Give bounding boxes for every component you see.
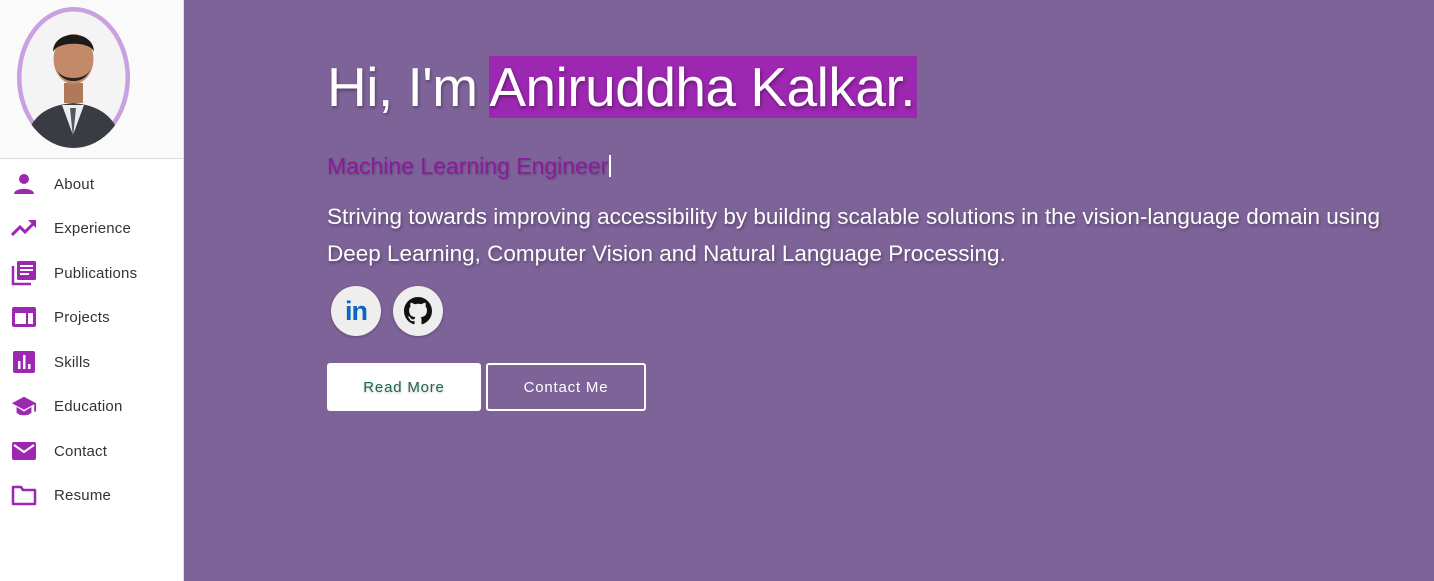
role-text: Machine Learning Engineer bbox=[327, 153, 609, 179]
github-link[interactable] bbox=[393, 286, 443, 336]
sidebar-item-label: About bbox=[54, 175, 95, 193]
avatar[interactable] bbox=[17, 7, 130, 148]
library-books-icon bbox=[11, 260, 37, 286]
sidebar-item-contact[interactable]: Contact bbox=[0, 431, 183, 471]
typing-cursor bbox=[609, 155, 612, 177]
linkedin-link[interactable]: in bbox=[331, 286, 381, 336]
sidebar-item-about[interactable]: About bbox=[0, 164, 183, 204]
hero-description: Striving towards improving accessibility… bbox=[327, 204, 1381, 266]
hero-name: Aniruddha Kalkar. bbox=[489, 56, 918, 118]
linkedin-icon: in bbox=[345, 295, 368, 327]
sidebar-item-education[interactable]: Education bbox=[0, 386, 183, 426]
sidebar-item-publications[interactable]: Publications bbox=[0, 253, 183, 293]
web-icon bbox=[11, 304, 37, 330]
trending-up-icon bbox=[11, 215, 37, 241]
linkedin-icon-text: in bbox=[345, 295, 368, 326]
sidebar-item-label: Contact bbox=[54, 442, 108, 460]
mail-icon bbox=[11, 438, 37, 464]
bar-chart-icon bbox=[11, 349, 37, 375]
folder-icon bbox=[11, 482, 37, 508]
sidebar-item-resume[interactable]: Resume bbox=[0, 475, 183, 515]
sidebar-item-label: Resume bbox=[54, 486, 112, 504]
sidebar-item-label: Education bbox=[54, 397, 123, 415]
sidebar-item-label: Skills bbox=[54, 353, 91, 371]
contact-me-button[interactable]: Contact Me bbox=[486, 363, 646, 411]
sidebar-item-experience[interactable]: Experience bbox=[0, 208, 183, 248]
role-typewriter: Machine Learning Engineer bbox=[327, 153, 612, 180]
github-icon bbox=[404, 297, 432, 325]
person-icon bbox=[11, 171, 37, 197]
sidebar-item-skills[interactable]: Skills bbox=[0, 342, 183, 382]
sidebar-item-projects[interactable]: Projects bbox=[0, 297, 183, 337]
hero-section: Hi, I'm Aniruddha Kalkar. Machine Learni… bbox=[184, 0, 1434, 581]
school-icon bbox=[11, 393, 37, 419]
hero-title: Hi, I'm Aniruddha Kalkar. bbox=[327, 55, 918, 119]
hero-greeting: Hi, I'm bbox=[327, 56, 490, 118]
sidebar: About Experience Publications Projects S… bbox=[0, 0, 184, 581]
sidebar-item-label: Experience bbox=[54, 219, 132, 237]
sidebar-item-label: Publications bbox=[54, 264, 138, 282]
sidebar-item-label: Projects bbox=[54, 308, 110, 326]
profile-header bbox=[0, 0, 183, 159]
read-more-button[interactable]: Read More bbox=[327, 363, 481, 411]
